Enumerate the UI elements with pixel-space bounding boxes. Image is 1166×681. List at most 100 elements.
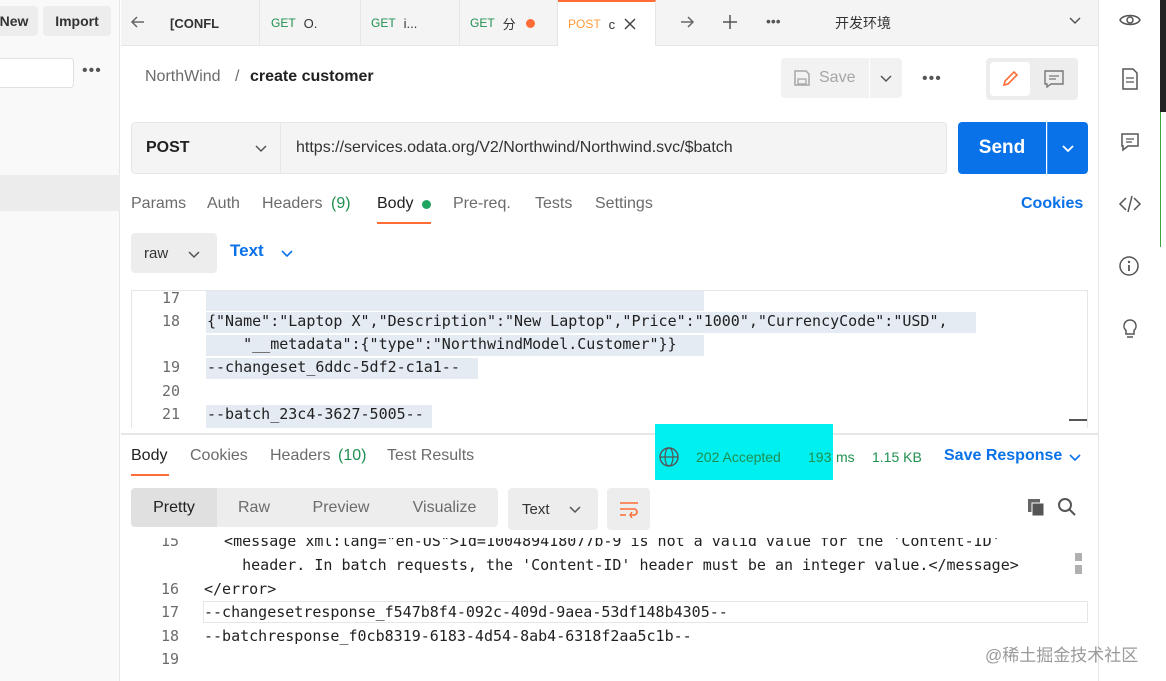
edit-pencil-icon[interactable] xyxy=(990,62,1030,96)
response-time-unit: ms xyxy=(836,449,855,465)
line-number: 21 xyxy=(161,405,180,423)
save-dropdown-chevron-icon[interactable] xyxy=(870,58,902,98)
response-headers-count-badge: (10) xyxy=(338,447,367,464)
scrollbar-thumb[interactable] xyxy=(1075,565,1082,574)
comment-mode-icon[interactable] xyxy=(1034,62,1074,96)
response-format-value: Text xyxy=(522,500,550,518)
code-line: --changeset_6ddc-5df2-c1a1-- xyxy=(207,358,460,376)
breadcrumb-separator: / xyxy=(235,68,240,85)
sidebar-more-icon[interactable]: ••• xyxy=(82,62,102,80)
editor-scrollbar[interactable] xyxy=(1069,419,1087,421)
back-arrow-icon[interactable] xyxy=(128,12,148,32)
tab-method: GET xyxy=(470,16,495,30)
body-status-dot-icon xyxy=(422,200,431,209)
tab-tests[interactable]: Tests xyxy=(535,195,572,213)
tab-item-active[interactable]: POST c xyxy=(558,0,656,46)
window-edge-line xyxy=(1160,112,1161,247)
tab-item[interactable]: GET i... xyxy=(361,0,460,46)
info-icon[interactable] xyxy=(1118,255,1140,277)
response-size[interactable]: 1.15 KB xyxy=(872,449,922,465)
code-line: header. In batch requests, the 'Content-… xyxy=(206,556,1019,574)
new-button[interactable]: New xyxy=(0,6,38,36)
documentation-icon[interactable] xyxy=(1120,67,1140,91)
request-title[interactable]: create customer xyxy=(250,68,374,86)
view-preview-button[interactable]: Preview xyxy=(291,488,391,527)
response-tab-body[interactable]: Body xyxy=(131,447,167,465)
new-tab-plus-icon[interactable] xyxy=(719,11,741,33)
line-number: 15 xyxy=(160,538,179,550)
cookies-link[interactable]: Cookies xyxy=(1021,195,1083,213)
close-tab-icon[interactable] xyxy=(623,17,637,31)
wrap-lines-icon[interactable] xyxy=(607,488,650,530)
code-line: --batch_23c4-3627-5005-- xyxy=(207,405,424,423)
code-icon[interactable] xyxy=(1118,194,1142,214)
tab-item[interactable]: GET O. xyxy=(261,0,361,46)
response-tab-test-results[interactable]: Test Results xyxy=(387,447,474,465)
body-mode-select[interactable]: raw xyxy=(131,233,217,273)
environment-select[interactable]: 开发环境 xyxy=(835,13,891,33)
tab-label: c xyxy=(608,16,616,32)
save-button[interactable]: Save xyxy=(781,58,869,98)
view-raw-button[interactable]: Raw xyxy=(217,488,291,527)
url-input[interactable]: https://services.odata.org/V2/Northwind/… xyxy=(281,122,947,174)
headers-count-badge: (9) xyxy=(331,195,351,212)
tab-label: O. xyxy=(303,15,318,31)
chevron-down-icon[interactable] xyxy=(1068,450,1082,464)
breadcrumb-collection[interactable]: NorthWind xyxy=(145,68,221,86)
tab-pre-request[interactable]: Pre-req. xyxy=(453,195,511,213)
code-line: <message xml:lang="en-US">Id=10048941807… xyxy=(206,538,1001,550)
request-more-icon[interactable]: ••• xyxy=(922,70,942,88)
view-pretty-button[interactable]: Pretty xyxy=(131,488,217,527)
send-dropdown-chevron-icon[interactable] xyxy=(1047,122,1088,174)
line-number: 16 xyxy=(160,580,179,598)
response-tab-cookies[interactable]: Cookies xyxy=(190,447,248,465)
code-line: "__metadata":{"type":"NorthwindModel.Cus… xyxy=(207,335,677,353)
tab-headers[interactable]: Headers xyxy=(262,195,322,213)
globe-icon[interactable] xyxy=(658,446,680,468)
request-body-editor[interactable]: 17 18 {"Name":"Laptop X","Description":"… xyxy=(131,290,1088,428)
tab-method: GET xyxy=(271,16,296,30)
body-format-select[interactable]: Text xyxy=(230,241,264,261)
tab-body[interactable]: Body xyxy=(377,195,413,213)
tab-auth[interactable]: Auth xyxy=(207,195,240,213)
import-button[interactable]: Import xyxy=(43,6,111,36)
pane-divider[interactable] xyxy=(121,433,1098,435)
tab-item[interactable]: GET 分 xyxy=(460,0,558,46)
lightbulb-icon[interactable] xyxy=(1119,317,1141,341)
tabs-more-icon[interactable]: ••• xyxy=(766,13,781,29)
scrollbar-thumb[interactable] xyxy=(1075,553,1082,561)
body-mode-value: raw xyxy=(144,244,169,262)
line-number: 18 xyxy=(160,627,179,645)
method-select[interactable]: POST xyxy=(131,122,281,174)
unsaved-dot-icon xyxy=(525,18,535,28)
eye-icon[interactable] xyxy=(1118,10,1142,30)
line-number: 19 xyxy=(161,358,180,376)
response-format-select[interactable]: Text xyxy=(508,488,598,530)
sidebar xyxy=(0,0,120,681)
code-line: --changesetresponse_f547b8f4-092c-409d-9… xyxy=(204,603,728,621)
chevron-down-icon xyxy=(187,247,201,261)
save-response-button[interactable]: Save Response xyxy=(944,447,1062,465)
copy-icon[interactable] xyxy=(1026,497,1046,517)
response-body-viewer[interactable]: 15 <message xml:lang="en-US">Id=10048941… xyxy=(131,538,1088,681)
status-code[interactable]: 202 Accepted xyxy=(696,449,781,465)
response-time[interactable]: 193 xyxy=(808,449,831,465)
chevron-down-icon[interactable] xyxy=(280,246,294,260)
line-number: 17 xyxy=(161,290,180,307)
tab-settings[interactable]: Settings xyxy=(595,195,653,213)
send-button[interactable]: Send xyxy=(958,122,1046,174)
method-value: POST xyxy=(146,139,190,156)
search-icon[interactable] xyxy=(1057,497,1077,517)
view-visualize-button[interactable]: Visualize xyxy=(391,488,498,527)
sidebar-selected-item[interactable] xyxy=(0,175,120,211)
active-tab-indicator xyxy=(377,222,431,224)
tab-item[interactable]: [CONFL xyxy=(160,0,260,46)
active-tab-indicator xyxy=(131,474,169,476)
tab-params[interactable]: Params xyxy=(131,195,186,213)
response-tab-headers[interactable]: Headers xyxy=(270,447,330,465)
code-line: </error> xyxy=(204,580,277,598)
comments-icon[interactable] xyxy=(1119,131,1141,153)
environment-chevron-down-icon[interactable] xyxy=(1068,13,1082,27)
sidebar-search-input[interactable] xyxy=(0,58,74,88)
forward-arrow-icon[interactable] xyxy=(676,12,698,32)
